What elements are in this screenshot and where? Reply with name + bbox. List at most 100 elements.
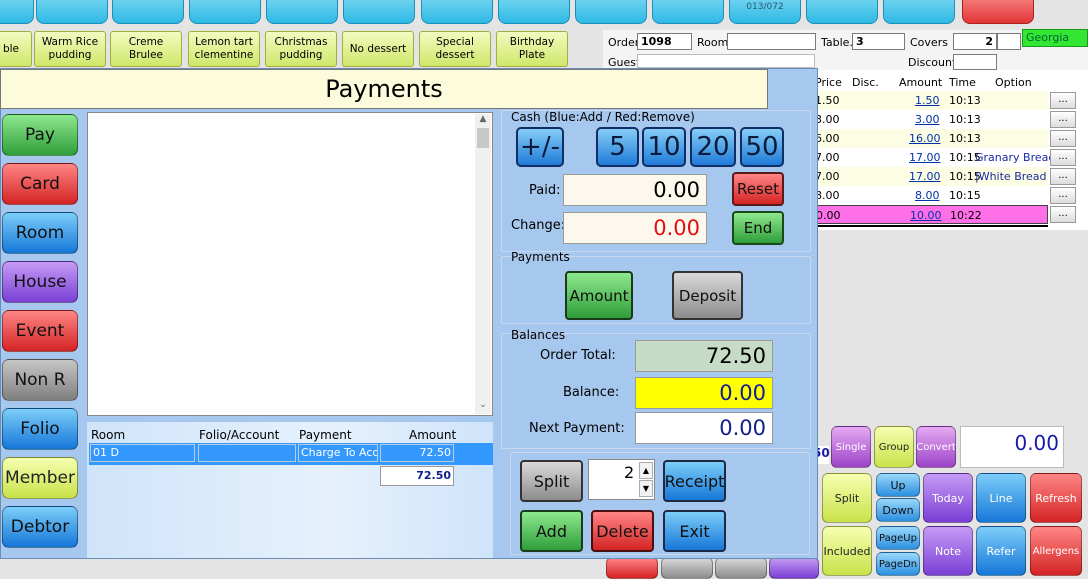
payment-method-list[interactable] — [87, 112, 493, 416]
scroll-down-icon[interactable]: ⌄ — [476, 400, 490, 412]
bottom-partial-button[interactable] — [661, 557, 713, 579]
list-scrollbar[interactable] — [475, 114, 491, 414]
end-button[interactable]: End — [732, 211, 784, 245]
group-button[interactable]: Group — [874, 426, 914, 468]
top-category-button[interactable] — [36, 0, 108, 24]
today-button[interactable]: Today — [923, 473, 973, 523]
non-resident-button[interactable]: Non R — [2, 359, 78, 401]
scroll-up-icon[interactable]: ▲ — [476, 114, 490, 126]
row-options-button[interactable]: ... — [1050, 149, 1076, 166]
cash-10-button[interactable]: 10 — [642, 127, 686, 167]
next-payment-field[interactable]: 0.00 — [635, 412, 773, 444]
amount-button[interactable]: Amount — [565, 271, 633, 320]
order-row[interactable]: 6.00 16.00 10:13 — [815, 129, 1048, 148]
spin-down-icon[interactable]: ▼ — [639, 480, 653, 497]
delete-button[interactable]: Delete — [591, 510, 654, 552]
bottom-partial-button[interactable] — [606, 557, 658, 579]
top-category-button[interactable] — [421, 0, 493, 24]
split-count-spinner[interactable]: 2 ▲ ▼ — [588, 459, 655, 500]
reset-button[interactable]: Reset — [732, 172, 784, 206]
single-button[interactable]: Single — [831, 426, 871, 468]
order-number-field[interactable]: 1098 — [637, 33, 692, 50]
down-button[interactable]: Down — [876, 498, 920, 522]
order-row[interactable]: 7.00 17.00 10:15 |White Bread | — [815, 167, 1054, 186]
order-row-selected[interactable]: 0.00 10.00 10:22 — [815, 205, 1048, 224]
cash-5-button[interactable]: 5 — [596, 127, 639, 167]
spin-up-icon[interactable]: ▲ — [639, 462, 653, 479]
row-options-button[interactable]: ... — [1050, 92, 1076, 109]
col-amount: Amount — [409, 428, 457, 442]
top-category-button[interactable] — [189, 0, 261, 24]
top-category-button[interactable] — [498, 0, 570, 24]
covers-label: Covers — [910, 36, 948, 49]
top-category-button[interactable] — [0, 0, 34, 24]
bottom-partial-button[interactable] — [769, 557, 819, 579]
up-button[interactable]: Up — [876, 473, 920, 497]
table-field[interactable]: 3 — [852, 33, 905, 50]
top-category-button[interactable] — [575, 0, 647, 24]
top-category-button[interactable] — [343, 0, 415, 24]
top-red-button[interactable] — [962, 0, 1034, 24]
dish-button[interactable]: Birthday Plate — [496, 31, 568, 67]
row-options-button[interactable]: ... — [1050, 206, 1076, 223]
receipt-button[interactable]: Receipt — [663, 460, 726, 502]
discount-field[interactable] — [953, 54, 997, 70]
folio-button[interactable]: Folio — [2, 408, 78, 450]
row-options-button[interactable]: ... — [1050, 111, 1076, 128]
exit-button[interactable]: Exit — [663, 510, 726, 552]
row-options-button[interactable]: ... — [1050, 168, 1076, 185]
paid-field[interactable]: 0.00 — [563, 174, 707, 206]
top-category-button[interactable]: 013/072 — [729, 0, 801, 24]
row-options-button[interactable]: ... — [1050, 187, 1076, 204]
scroll-thumb[interactable] — [477, 128, 489, 148]
event-button[interactable]: Event — [2, 310, 78, 352]
room-field[interactable] — [727, 33, 816, 50]
convert-button[interactable]: Convert — [916, 426, 956, 468]
dish-button[interactable]: Lemon tart clementine — [188, 31, 260, 67]
pay-button[interactable]: Pay — [2, 114, 78, 156]
bottom-partial-button[interactable] — [715, 557, 767, 579]
refer-button[interactable]: Refer — [976, 526, 1026, 576]
refresh-button[interactable]: Refresh — [1030, 473, 1082, 523]
top-category-button[interactable] — [883, 0, 955, 24]
col-option: Option — [995, 76, 1032, 89]
split-button[interactable]: Split — [520, 460, 583, 502]
deposit-button[interactable]: Deposit — [672, 271, 743, 320]
split-order-button[interactable]: Split — [822, 473, 872, 523]
house-button[interactable]: House — [2, 261, 78, 303]
cash-20-button[interactable]: 20 — [690, 127, 736, 167]
page-up-button[interactable]: PageUp — [876, 526, 920, 550]
included-button[interactable]: Included — [822, 526, 872, 576]
order-row[interactable]: 3.00 3.00 10:13 — [815, 110, 1048, 129]
allergens-button[interactable]: Allergens — [1030, 526, 1082, 576]
dish-button[interactable]: No dessert — [342, 31, 414, 67]
cash-50-button[interactable]: 50 — [740, 127, 784, 167]
covers-field[interactable]: 2 — [953, 33, 997, 50]
change-field: 0.00 — [563, 212, 707, 244]
debtor-button[interactable]: Debtor — [2, 506, 78, 548]
dialog-title: Payments — [0, 69, 768, 109]
dish-button[interactable]: Special dessert — [419, 31, 491, 67]
add-remove-toggle-button[interactable]: +/- — [516, 127, 564, 167]
dish-button[interactable]: Creme Brulee — [110, 31, 182, 67]
add-button[interactable]: Add — [520, 510, 583, 552]
covers-spinner[interactable] — [997, 33, 1021, 50]
line-button[interactable]: Line — [976, 473, 1026, 523]
top-category-button[interactable] — [806, 0, 878, 24]
top-category-button[interactable] — [112, 0, 184, 24]
top-category-button[interactable] — [652, 0, 724, 24]
note-button[interactable]: Note — [923, 526, 973, 576]
order-row[interactable]: 8.00 8.00 10:15 — [815, 186, 1048, 205]
room-button[interactable]: Room — [2, 212, 78, 254]
guest-field[interactable] — [637, 54, 815, 68]
dish-button[interactable]: ble — [0, 31, 32, 67]
order-row[interactable]: 1.50 1.50 10:13 — [815, 91, 1048, 110]
page-down-button[interactable]: PageDn — [876, 552, 920, 576]
card-button[interactable]: Card — [2, 163, 78, 205]
member-button[interactable]: Member — [2, 457, 78, 499]
top-category-button[interactable] — [266, 0, 338, 24]
row-options-button[interactable]: ... — [1050, 130, 1076, 147]
order-row[interactable]: 7.00 17.00 10:15 Granary Bread — [815, 148, 1055, 167]
dish-button[interactable]: Christmas pudding — [265, 31, 337, 67]
dish-button[interactable]: Warm Rice pudding — [34, 31, 106, 67]
